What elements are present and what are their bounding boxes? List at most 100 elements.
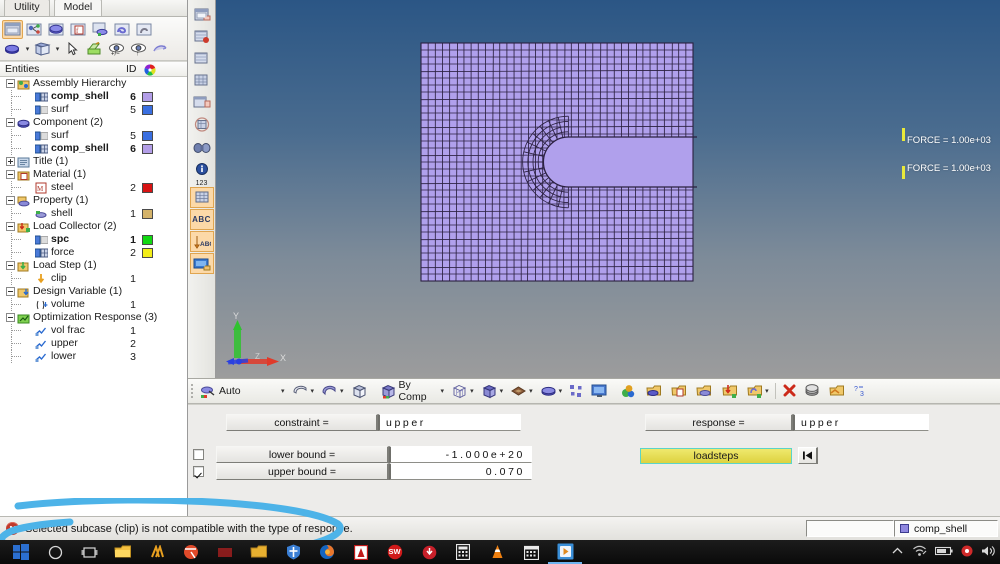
reverse-display-icon[interactable]: ↑ [128, 40, 149, 59]
tree-item-color-swatch[interactable] [142, 182, 153, 193]
chevron-up-icon[interactable] [891, 546, 904, 559]
battery-icon[interactable] [934, 546, 953, 559]
color-sphere-icon[interactable] [617, 380, 640, 402]
mesh-lines-icon[interactable]: ▾ [448, 380, 477, 402]
status-field-right[interactable]: comp_shell [894, 520, 998, 537]
file-explorer-icon[interactable] [106, 540, 140, 564]
tree-item-design-variable-1[interactable]: Design Variable (1) [0, 285, 187, 298]
component-view-icon[interactable] [46, 20, 67, 39]
tree-item-color-swatch[interactable] [142, 104, 153, 115]
tree-expander-minus-icon[interactable] [6, 261, 15, 270]
tree-item-load-step-1[interactable]: Load Step (1) [0, 259, 187, 272]
properties-view-icon[interactable] [90, 20, 111, 39]
display-shaded-icon[interactable] [2, 40, 23, 59]
chevron-down-icon[interactable]: ▾ [529, 387, 533, 395]
chevron-down-icon[interactable]: ▾ [765, 387, 769, 395]
tree-expander-minus-icon[interactable] [6, 313, 15, 322]
tree-item-color-swatch[interactable] [142, 208, 153, 219]
tree-expander-plus-icon[interactable] [6, 157, 15, 166]
app-red-circle-icon[interactable] [412, 540, 446, 564]
delete-entity-icon[interactable] [779, 380, 800, 402]
tree-expander-minus-icon[interactable] [6, 196, 15, 205]
node-display-icon[interactable] [566, 380, 587, 402]
number-123-icon[interactable]: 123 [188, 180, 215, 187]
folder-yellow-icon[interactable] [242, 540, 276, 564]
abc-text-icon[interactable]: ABC [189, 209, 214, 230]
chevron-down-icon[interactable]: ▾ [311, 387, 315, 395]
display-shaded-dropdown-icon[interactable]: ▾ [24, 40, 31, 59]
calendar-icon[interactable] [514, 540, 548, 564]
tree-item-optimization-response-3[interactable]: Optimization Response (3) [0, 311, 187, 324]
info-icon[interactable] [190, 158, 214, 179]
circle-page-icon[interactable] [190, 114, 214, 135]
material-table-icon[interactable] [667, 380, 691, 402]
tree-item-spc[interactable]: spc 1 [0, 233, 187, 246]
fit-view-icon[interactable] [150, 40, 171, 59]
upper-bound-input[interactable]: 0.070 [389, 463, 532, 480]
surface-display-icon[interactable]: ▾ [537, 380, 566, 402]
adobe-reader-icon[interactable] [344, 540, 378, 564]
component-table-icon[interactable] [642, 380, 666, 402]
tree-item-comp-shell[interactable]: comp_shell 6 [0, 142, 187, 155]
lower-bound-checkbox[interactable] [193, 449, 204, 460]
tree-item-steel[interactable]: Msteel 2 [0, 181, 187, 194]
tree-item-component-2[interactable]: Component (2) [0, 116, 187, 129]
tree-item-lower[interactable]: lower 3 [0, 350, 187, 363]
tree-item-clip[interactable]: clip 1 [0, 272, 187, 285]
property-table-icon[interactable] [692, 380, 716, 402]
model-tree[interactable]: Assembly Hierarchy comp_shell 6 surf 5 Compon… [0, 77, 187, 532]
wireframe-box-icon[interactable] [348, 380, 371, 402]
constraint-label[interactable]: constraint = [226, 414, 378, 431]
vlc-icon[interactable] [480, 540, 514, 564]
page-layout-icon[interactable] [190, 92, 214, 113]
browser-red-icon[interactable] [174, 540, 208, 564]
binoculars-icon[interactable] [190, 136, 214, 157]
chevron-down-icon[interactable]: ▾ [340, 387, 344, 395]
chevron-down-icon[interactable]: ▾ [441, 387, 445, 395]
select-mode-dropdown[interactable]: Auto ▾ [197, 380, 288, 402]
solidworks-icon[interactable]: SW [378, 540, 412, 564]
chevron-down-icon[interactable]: ▾ [559, 387, 563, 395]
tree-item-volume[interactable]: volume 1 [0, 298, 187, 311]
organize-icon[interactable] [825, 380, 849, 402]
tab-model[interactable]: Model [53, 0, 103, 16]
shaded-elements-icon[interactable]: ▾ [318, 380, 347, 402]
solver-view-icon[interactable] [112, 20, 133, 39]
tree-item-force[interactable]: force 2 [0, 246, 187, 259]
windows-start-icon[interactable] [4, 540, 38, 564]
shrink-elements-icon[interactable]: ▾ [289, 380, 318, 402]
tree-expander-minus-icon[interactable] [6, 222, 15, 231]
tab-utility[interactable]: Utility [4, 0, 50, 16]
page-next-icon[interactable] [190, 48, 214, 69]
tree-item-assembly-hierarchy[interactable]: Assembly Hierarchy [0, 77, 187, 90]
composite-layers-icon[interactable]: ▾ [507, 380, 536, 402]
search-circle-icon[interactable] [38, 540, 72, 564]
page-delete-icon[interactable] [190, 26, 214, 47]
constraint-input[interactable]: upper [378, 414, 521, 431]
upper-bound-label[interactable]: upper bound = [216, 463, 389, 480]
tree-expander-minus-icon[interactable] [6, 287, 15, 296]
firefox-icon[interactable] [310, 540, 344, 564]
lower-bound-label[interactable]: lower bound = [216, 446, 389, 463]
tree-expander-minus-icon[interactable] [6, 79, 15, 88]
graphics-viewport[interactable]: FORCE = 1.00e+03 FORCE = 1.00e+03 Y X Z [216, 0, 1000, 378]
step-back-button[interactable] [798, 447, 818, 464]
status-field-left[interactable] [806, 520, 894, 537]
tree-item-vol-frac[interactable]: vol frac 1 [0, 324, 187, 337]
label-grid-icon[interactable] [189, 187, 214, 208]
tree-item-color-swatch[interactable] [142, 91, 153, 102]
color-by-dropdown[interactable]: By Comp ▾ [377, 379, 448, 403]
volume-icon[interactable] [981, 545, 996, 560]
solid-shaded-icon[interactable]: ▾ [478, 380, 507, 402]
page-window-icon[interactable] [190, 4, 214, 25]
app-dark-icon[interactable] [208, 540, 242, 564]
tree-item-shell[interactable]: shell 1 [0, 207, 187, 220]
toolbar-grip[interactable] [191, 383, 193, 399]
response-label[interactable]: response = [645, 414, 793, 431]
tree-item-color-swatch[interactable] [142, 247, 153, 258]
app-orange-icon[interactable] [140, 540, 174, 564]
tree-expander-minus-icon[interactable] [6, 118, 15, 127]
task-view-icon[interactable] [72, 540, 106, 564]
select-pointer-icon[interactable] [62, 40, 83, 59]
network-icon[interactable] [912, 545, 927, 560]
